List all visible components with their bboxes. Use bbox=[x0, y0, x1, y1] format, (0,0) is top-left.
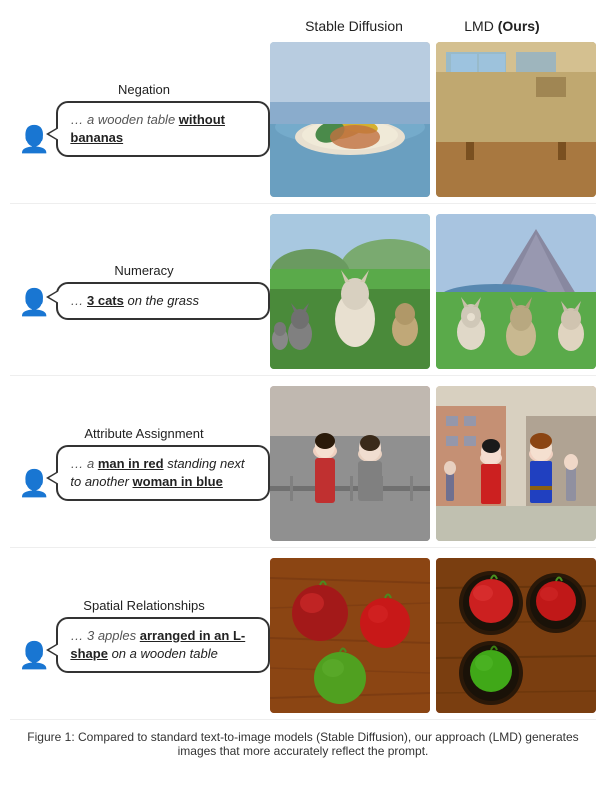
negation-lmd-image bbox=[436, 42, 596, 197]
spatial-bubble: … 3 apples arranged in an L-shape on a w… bbox=[56, 617, 270, 673]
negation-speech-text: … a wooden table without bananas bbox=[70, 112, 225, 145]
attribute-left: Attribute Assignment 👤 … a man in red st… bbox=[10, 426, 270, 501]
negation-sd-image bbox=[270, 42, 430, 197]
attribute-sd-svg bbox=[270, 386, 430, 541]
negation-speech-row: 👤 … a wooden table without bananas bbox=[18, 101, 270, 157]
numeracy-row: Numeracy 👤 … 3 cats on the grass bbox=[10, 214, 596, 376]
attribute-highlighted-man: man in red bbox=[98, 456, 164, 471]
numeracy-sd-svg bbox=[270, 214, 430, 369]
page-container: Stable Diffusion LMD (Ours) Negation 👤 …… bbox=[0, 0, 606, 768]
numeracy-lmd-image bbox=[436, 214, 596, 369]
attribute-sd-image bbox=[270, 386, 430, 541]
spatial-speech-text: … 3 apples arranged in an L-shape on a w… bbox=[70, 628, 245, 661]
footer-text: Figure 1: Compared to standard text-to-i… bbox=[27, 730, 578, 758]
numeracy-image-pair bbox=[270, 214, 596, 369]
numeracy-highlighted: 3 cats bbox=[87, 293, 124, 308]
attribute-lmd-image bbox=[436, 386, 596, 541]
negation-sd-svg bbox=[270, 42, 430, 197]
numeracy-left: Numeracy 👤 … 3 cats on the grass bbox=[10, 263, 270, 320]
attribute-prefix: … a bbox=[70, 456, 97, 471]
negation-row: Negation 👤 … a wooden table without bana… bbox=[10, 42, 596, 204]
negation-prefix: … a wooden table bbox=[70, 112, 178, 127]
spatial-image-pair bbox=[270, 558, 596, 713]
attribute-image-pair bbox=[270, 386, 596, 541]
negation-image-pair bbox=[270, 42, 596, 197]
spatial-speech-row: 👤 … 3 apples arranged in an L-shape on a… bbox=[18, 617, 270, 673]
spatial-sd-svg bbox=[270, 558, 430, 713]
spatial-prefix: … 3 apples bbox=[70, 628, 139, 643]
negation-label: Negation bbox=[18, 82, 270, 97]
spatial-suffix: on a wooden table bbox=[108, 646, 218, 661]
attribute-speech-row: 👤 … a man in red standing next to anothe… bbox=[18, 445, 270, 501]
negation-left: Negation 👤 … a wooden table without bana… bbox=[10, 82, 270, 157]
spatial-sd-image bbox=[270, 558, 430, 713]
footer: Figure 1: Compared to standard text-to-i… bbox=[10, 730, 596, 758]
spatial-label: Spatial Relationships bbox=[18, 598, 270, 613]
spatial-left: Spatial Relationships 👤 … 3 apples arran… bbox=[10, 598, 270, 673]
header-col-sd: Stable Diffusion bbox=[280, 18, 428, 34]
spatial-lmd-svg bbox=[436, 558, 596, 713]
numeracy-sd-image bbox=[270, 214, 430, 369]
attribute-speech-text: … a man in red standing next to another … bbox=[70, 456, 244, 489]
stable-diffusion-label: Stable Diffusion bbox=[305, 18, 403, 34]
attribute-lmd-svg bbox=[436, 386, 596, 541]
spatial-lmd-image bbox=[436, 558, 596, 713]
numeracy-speech-row: 👤 … 3 cats on the grass bbox=[18, 282, 270, 320]
attribute-row: Attribute Assignment 👤 … a man in red st… bbox=[10, 386, 596, 548]
attribute-label: Attribute Assignment bbox=[18, 426, 270, 441]
lmd-label-bold: (Ours) bbox=[498, 18, 540, 34]
attribute-bubble: … a man in red standing next to another … bbox=[56, 445, 270, 501]
attribute-highlighted-woman: woman in blue bbox=[133, 474, 223, 489]
numeracy-prefix: … bbox=[70, 293, 87, 308]
negation-lmd-svg bbox=[436, 42, 596, 197]
spatial-row: Spatial Relationships 👤 … 3 apples arran… bbox=[10, 558, 596, 720]
numeracy-suffix: on the grass bbox=[124, 293, 199, 308]
header-col-lmd: LMD (Ours) bbox=[428, 18, 576, 34]
numeracy-label: Numeracy bbox=[18, 263, 270, 278]
header-row: Stable Diffusion LMD (Ours) bbox=[10, 18, 596, 34]
numeracy-speech-text: … 3 cats on the grass bbox=[70, 293, 199, 308]
negation-bubble: … a wooden table without bananas bbox=[56, 101, 270, 157]
numeracy-bubble: … 3 cats on the grass bbox=[56, 282, 270, 320]
lmd-label-normal: LMD bbox=[464, 18, 497, 34]
numeracy-lmd-svg bbox=[436, 214, 596, 369]
